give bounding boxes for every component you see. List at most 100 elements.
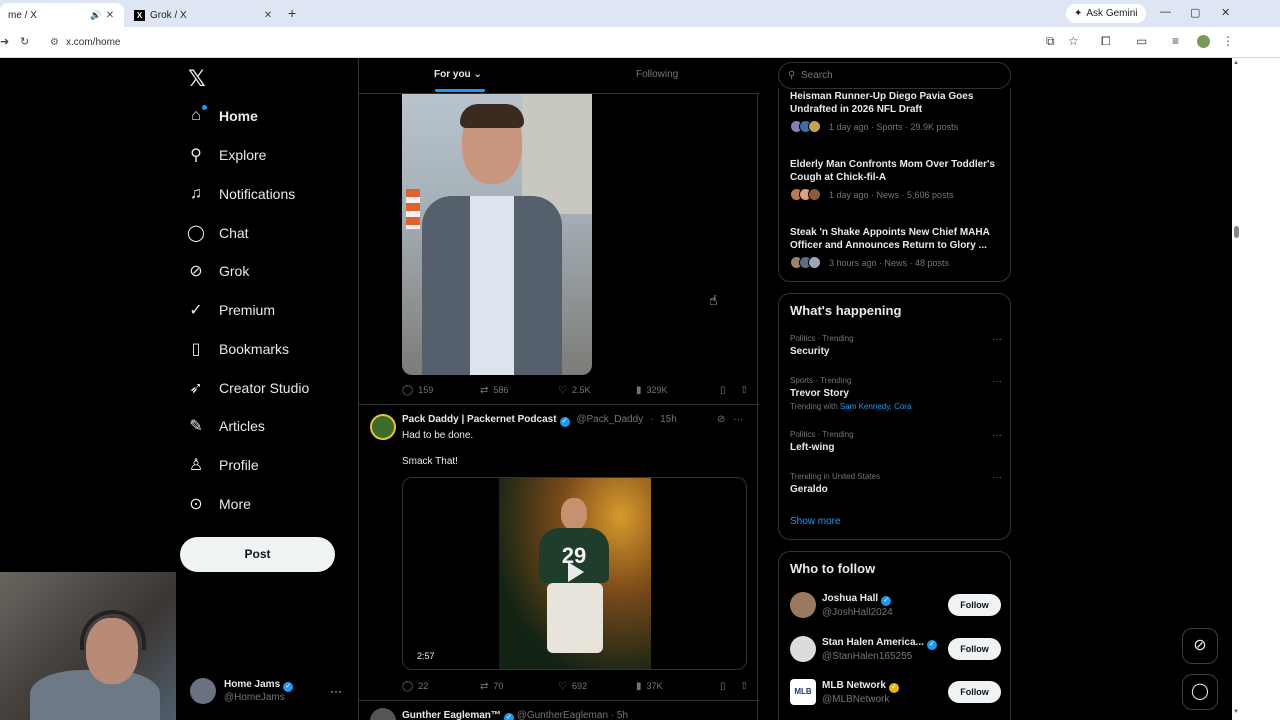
tweet-author-name[interactable]: Pack Daddy | Packernet Podcast [402,414,557,425]
browser-tab-grok[interactable]: X Grok / X ✕ [126,3,282,27]
news-meta-row: 3 hours ago · News · 48 posts [790,256,1002,269]
trend-item[interactable]: Politics · Trending Left-wing ··· [790,430,1002,453]
profile-avatar[interactable] [1197,35,1210,48]
extensions-icon[interactable]: ⧠ [1101,34,1111,49]
nav-profile[interactable]: ♙ Profile [187,450,259,480]
split-view-icon[interactable]: ▭ [1136,34,1147,48]
verified-badge-icon: ✓ [926,640,937,650]
share-button[interactable]: ⇧ [740,383,748,397]
ask-gemini-button[interactable]: ✦ Ask Gemini [1066,4,1146,23]
verified-icon: ✓ [189,302,203,319]
tweet-video[interactable]: 29 2:57 [402,477,747,670]
trend-more-icon[interactable]: ··· [992,376,1002,387]
site-settings-icon[interactable]: ⚙ [50,32,59,53]
search-input[interactable]: ⚲ Search [778,62,1011,89]
like-button[interactable]: ♡ 692 [558,679,636,693]
repost-button[interactable]: ⇄ 70 [480,679,558,693]
scrollbar[interactable]: ▲ ▼ [1232,58,1241,720]
speaker-icon[interactable]: 🔊 [90,10,104,21]
nav-chat[interactable]: ◯ Chat [187,218,249,248]
messages-fab-icon[interactable]: ◯ [1182,674,1218,710]
show-more-link[interactable]: Show more [790,516,841,527]
scroll-down-icon[interactable]: ▼ [1233,709,1239,715]
reply-button[interactable]: ◯ 159 [402,383,480,397]
nav-grok[interactable]: ⊘ Grok [187,256,249,286]
trend-more-icon[interactable]: ··· [992,334,1002,345]
nav-premium[interactable]: ✓ Premium [187,295,275,325]
account-switcher[interactable]: Home Jams ✓ @HomeJams ··· [190,674,350,708]
tweet-time[interactable]: 15h [660,414,677,425]
follow-suggestion[interactable]: Joshua Hall ✓ @JoshHall2024 Follow [790,592,1002,622]
share-button[interactable]: ⇧ [740,679,748,693]
grok-icon: ⊘ [189,263,203,280]
follow-button[interactable]: Follow [948,638,1001,660]
news-item[interactable]: Heisman Runner-Up Diego Pavia Goes Undra… [790,90,1002,133]
browser-tab-active[interactable]: me / X 🔊 ✕ [0,3,124,27]
reload-icon[interactable]: ↻ [20,35,29,48]
home-icon: ⌂ [187,105,207,125]
follow-button[interactable]: Follow [948,594,1001,616]
news-item[interactable]: Steak 'n Shake Appoints New Chief MAHA O… [790,226,1002,269]
trend-item[interactable]: Sports · Trending Trevor Story Trending … [790,376,1002,411]
media-control-icon[interactable]: ≡ [1172,34,1179,48]
bookmark-button[interactable]: ▯ [720,383,740,397]
nav-creator-studio[interactable]: ➶ Creator Studio [187,373,309,403]
like-button[interactable]: ♡ 2.5K [558,383,636,397]
views-button[interactable]: ▮ 37K [636,679,720,693]
nav-notifications[interactable]: ♫ Notifications [187,179,295,209]
close-tab-icon[interactable]: ✕ [104,10,116,21]
install-app-icon[interactable]: ⧉ [1046,34,1055,49]
views-icon: ▮ [636,680,642,692]
trend-with-links[interactable]: Sam Kennedy, Cora [840,402,911,411]
tweet-dot: · [610,710,615,720]
minimize-button[interactable]: — [1160,6,1171,18]
x-logo[interactable]: 𝕏 [188,66,206,92]
tweet-author-name[interactable]: Gunther Eagleman™ [402,710,501,720]
trend-more-icon[interactable]: ··· [992,472,1002,483]
new-tab-button[interactable]: + [288,5,296,21]
bookmark-star-icon[interactable]: ☆ [1068,34,1079,48]
account-more-icon[interactable]: ··· [330,684,342,698]
trend-item[interactable]: Politics · Trending Security ··· [790,334,1002,357]
bookmark-button[interactable]: ▯ [720,679,740,693]
post-button[interactable]: Post [180,537,335,572]
avatar[interactable] [370,414,396,440]
news-meta: 1 day ago · Sports · 29.9K posts [829,121,959,132]
grok-icon[interactable]: ⊘ [717,414,725,425]
tweet-author-handle[interactable]: @Pack_Daddy [576,414,643,425]
nav-articles[interactable]: ✎ Articles [187,411,265,441]
close-window-button[interactable]: ✕ [1221,6,1230,19]
follow-button[interactable]: Follow [948,681,1001,703]
tweet-author-handle[interactable]: @GuntherEagleman [517,710,608,720]
repost-button[interactable]: ⇄ 586 [480,383,558,397]
news-item[interactable]: Elderly Man Confronts Mom Over Toddler's… [790,158,1002,201]
scrollbar-thumb[interactable] [1234,226,1239,238]
trend-more-icon[interactable]: ··· [992,430,1002,441]
tab-following[interactable]: Following [636,69,678,80]
tweet-video[interactable] [402,94,592,375]
tweet-time[interactable]: 5h [617,710,628,720]
more-icon[interactable]: ··· [733,414,743,425]
nav-more[interactable]: ⊙ More [187,489,251,519]
restore-button[interactable]: ▢ [1190,6,1200,19]
follow-suggestion[interactable]: Stan Halen America... ✓ @StanHalen165255 … [790,636,1002,666]
browser-menu-icon[interactable]: ⋮ [1222,34,1234,48]
trend-item[interactable]: Trending in United States Geraldo ··· [790,472,1002,495]
verified-badge-icon: ✓ [503,713,514,720]
forward-icon[interactable]: ➜ [0,35,9,48]
nav-articles-label: Articles [219,418,265,434]
reply-button[interactable]: ◯ 22 [402,679,480,693]
nav-home[interactable]: ⌂ Home [187,101,258,131]
scroll-up-icon[interactable]: ▲ [1233,60,1239,66]
nav-more-label: More [219,496,251,512]
url-bar[interactable]: ⚙ x.com/home [44,32,1034,53]
grok-fab-icon[interactable]: ⊘ [1182,628,1218,664]
avatar[interactable] [370,708,396,720]
follow-suggestion[interactable]: MLB MLB Network ✓ @MLBNetwork Follow [790,679,1002,709]
views-button[interactable]: ▮ 329K [636,383,720,397]
nav-bookmarks[interactable]: ▯ Bookmarks [187,334,289,364]
nav-explore[interactable]: ⚲ Explore [187,140,266,170]
tab-for-you[interactable]: For you ⌄ [434,69,482,80]
close-tab-icon[interactable]: ✕ [262,10,274,21]
play-icon[interactable] [568,562,584,582]
